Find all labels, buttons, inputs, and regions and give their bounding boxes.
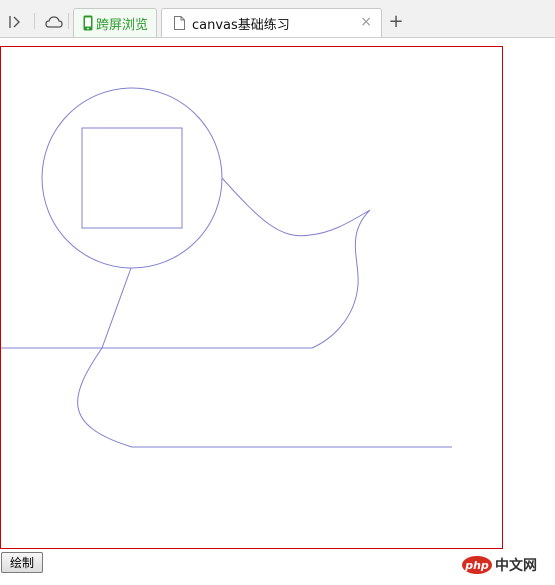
site-watermark: php 中文网 (462, 552, 552, 578)
tab-label: 跨屏浏览 (96, 17, 149, 33)
site-name: 中文网 (495, 558, 537, 574)
sidebar-toggle-icon[interactable] (4, 11, 26, 33)
page-icon (174, 16, 185, 30)
close-tab-icon[interactable]: × (360, 14, 372, 30)
toolbar-separator (68, 13, 69, 29)
tab-label: canvas基础练习 (192, 17, 290, 33)
cloud-icon[interactable] (43, 11, 65, 33)
phone-icon (83, 15, 93, 31)
canvas-border (0, 46, 503, 549)
toolbar-separator (34, 13, 35, 29)
canvas-svg (0, 46, 503, 549)
browser-tab-bar: 跨屏浏览 canvas基础练习 × + (0, 0, 555, 38)
drawing-canvas[interactable] (0, 45, 505, 554)
tab-cross-screen[interactable]: 跨屏浏览 (73, 8, 157, 37)
php-logo: php (462, 556, 492, 574)
draw-button[interactable]: 绘制 (1, 552, 43, 573)
new-tab-button[interactable]: + (385, 10, 407, 34)
tab-canvas-practice[interactable]: canvas基础练习 × (161, 8, 382, 37)
